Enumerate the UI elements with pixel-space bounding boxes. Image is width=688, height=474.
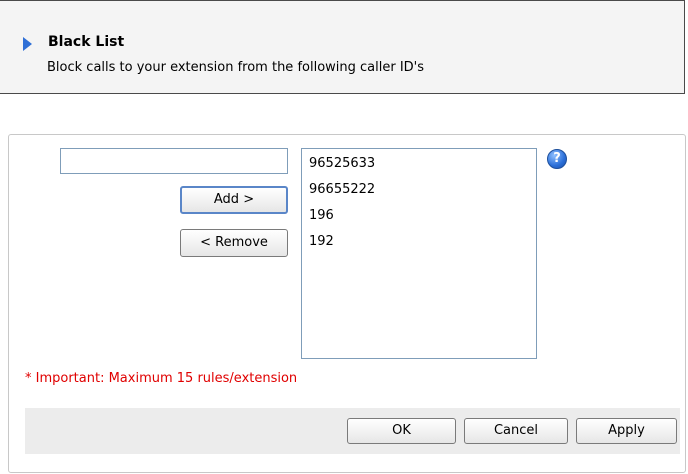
cancel-button[interactable]: Cancel <box>464 418 568 444</box>
section-title: Black List <box>48 34 125 50</box>
remove-button[interactable]: < Remove <box>180 229 288 257</box>
triangle-right-icon <box>23 37 32 51</box>
important-note: * Important: Maximum 15 rules/extension <box>25 371 298 386</box>
listbox-item[interactable]: 192 <box>302 229 536 255</box>
section-description: Block calls to your extension from the f… <box>47 60 425 75</box>
caller-id-input[interactable] <box>60 148 288 174</box>
listbox-item[interactable]: 196 <box>302 203 536 229</box>
add-button[interactable]: Add > <box>180 186 288 214</box>
listbox-item[interactable]: 96655222 <box>302 177 536 203</box>
apply-button[interactable]: Apply <box>576 418 677 444</box>
blacklist-header-panel: Black List Block calls to your extension… <box>0 0 685 94</box>
help-icon[interactable]: ? <box>547 149 567 169</box>
blacklist-listbox[interactable]: 96525633 96655222 196 192 <box>301 148 537 359</box>
listbox-item[interactable]: 96525633 <box>302 151 536 177</box>
ok-button[interactable]: OK <box>347 418 456 444</box>
